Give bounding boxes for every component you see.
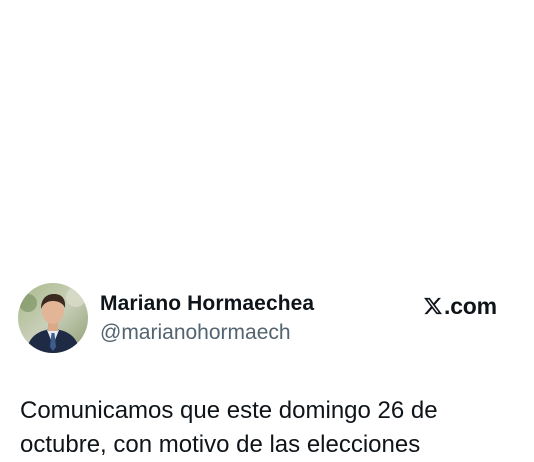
display-name[interactable]: Mariano Hormaechea (100, 291, 314, 317)
tweet-text-line: octubre, con motivo de las elecciones (20, 431, 421, 458)
tweet-header: Mariano Hormaechea @marianohormaech .com (18, 283, 518, 355)
avatar[interactable] (18, 283, 88, 353)
author-info: Mariano Hormaechea @marianohormaech (100, 291, 314, 346)
tweet-text-line: Comunicamos que este domingo 26 de (20, 397, 438, 424)
x-logo-icon (423, 296, 443, 316)
user-handle[interactable]: @marianohormaech (100, 320, 314, 346)
tweet-text: Comunicamos que este domingo 26 de octub… (20, 394, 520, 462)
tweet-card: Mariano Hormaechea @marianohormaech .com… (0, 0, 534, 462)
brand-text: .com (444, 293, 497, 319)
brand-watermark: .com (423, 293, 497, 319)
profile-photo-icon (18, 283, 88, 353)
